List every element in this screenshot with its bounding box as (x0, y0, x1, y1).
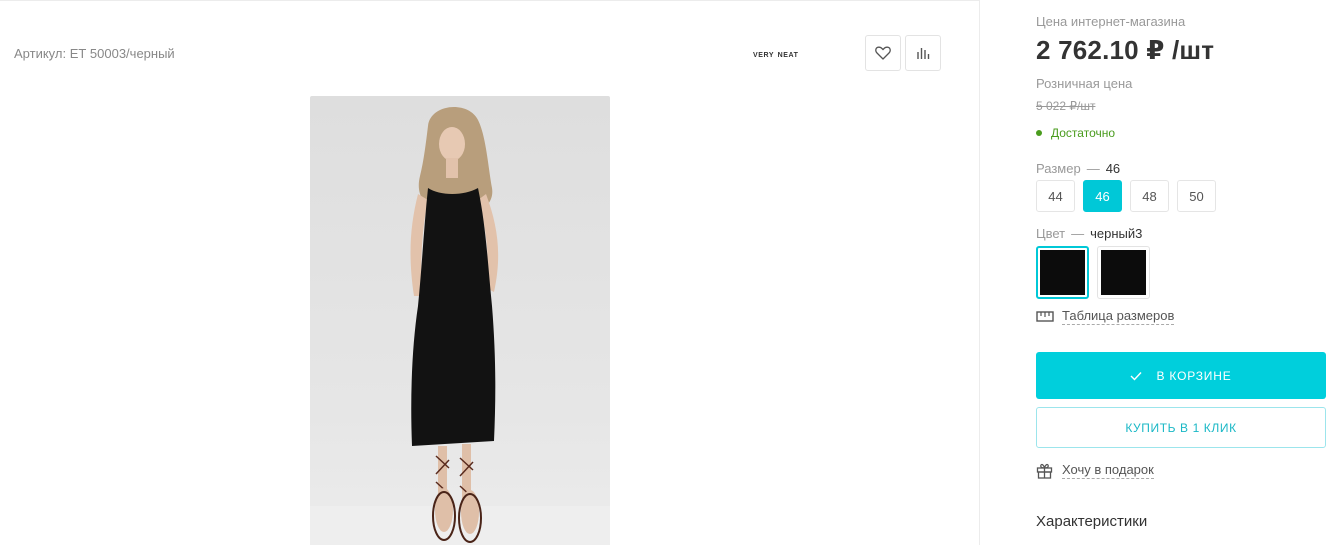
swatch-fill (1040, 250, 1085, 295)
stock-dot-icon (1036, 130, 1042, 136)
size-selected-value: 46 (1105, 161, 1121, 176)
brand-logo[interactable]: very neat (753, 49, 799, 60)
article-number: Артикул: ЕТ 50003/черный (14, 46, 175, 61)
color-label-row: Цвет — черный3 (1036, 226, 1142, 241)
size-label: Размер (1036, 161, 1081, 176)
in-cart-button[interactable]: В КОРЗИНЕ (1036, 352, 1326, 399)
in-cart-label: В КОРЗИНЕ (1156, 368, 1232, 383)
product-info-panel: Цена интернет-магазина 2 762.10 ₽ /шт Ро… (1036, 0, 1326, 545)
size-label-row: Размер — 46 (1036, 161, 1120, 176)
size-table-link[interactable]: Таблица размеров (1036, 308, 1175, 325)
size-option-44[interactable]: 44 (1036, 180, 1075, 212)
bar-chart-icon (917, 48, 930, 59)
color-options (1036, 246, 1150, 299)
gift-icon (1036, 463, 1053, 479)
favorite-button[interactable] (865, 35, 901, 71)
gift-link[interactable]: Хочу в подарок (1036, 462, 1154, 479)
buy-one-click-button[interactable]: КУПИТЬ В 1 КЛИК (1036, 407, 1326, 448)
product-photo[interactable] (310, 96, 610, 545)
ruler-icon (1036, 311, 1054, 322)
online-price-label: Цена интернет-магазина (1036, 14, 1186, 29)
size-option-48[interactable]: 48 (1130, 180, 1169, 212)
compare-button[interactable] (905, 35, 941, 71)
size-options: 44 46 48 50 (1036, 180, 1216, 212)
online-price: 2 762.10 ₽ /шт (1036, 35, 1215, 65)
color-separator: — (1071, 226, 1085, 241)
size-option-50[interactable]: 50 (1177, 180, 1216, 212)
heart-icon (875, 46, 891, 60)
retail-price-label: Розничная цена (1036, 76, 1133, 91)
color-swatch-2[interactable] (1097, 246, 1150, 299)
size-option-46[interactable]: 46 (1083, 180, 1122, 212)
gift-text: Хочу в подарок (1062, 462, 1154, 479)
color-selected-value: черный3 (1090, 226, 1143, 241)
size-separator: — (1086, 161, 1100, 176)
specs-heading[interactable]: Характеристики (1036, 513, 1147, 530)
color-swatch-1[interactable] (1036, 246, 1089, 299)
model-in-black-dress-image (310, 107, 610, 545)
color-label: Цвет (1036, 226, 1066, 241)
size-table-text: Таблица размеров (1062, 308, 1175, 325)
stock-text: Достаточно (1051, 126, 1116, 140)
product-gallery: Артикул: ЕТ 50003/черный very neat (0, 0, 980, 545)
stock-status: Достаточно (1036, 126, 1115, 140)
swatch-fill (1101, 250, 1146, 295)
check-icon (1130, 371, 1142, 381)
retail-price: 5 022 ₽/шт (1036, 99, 1096, 113)
